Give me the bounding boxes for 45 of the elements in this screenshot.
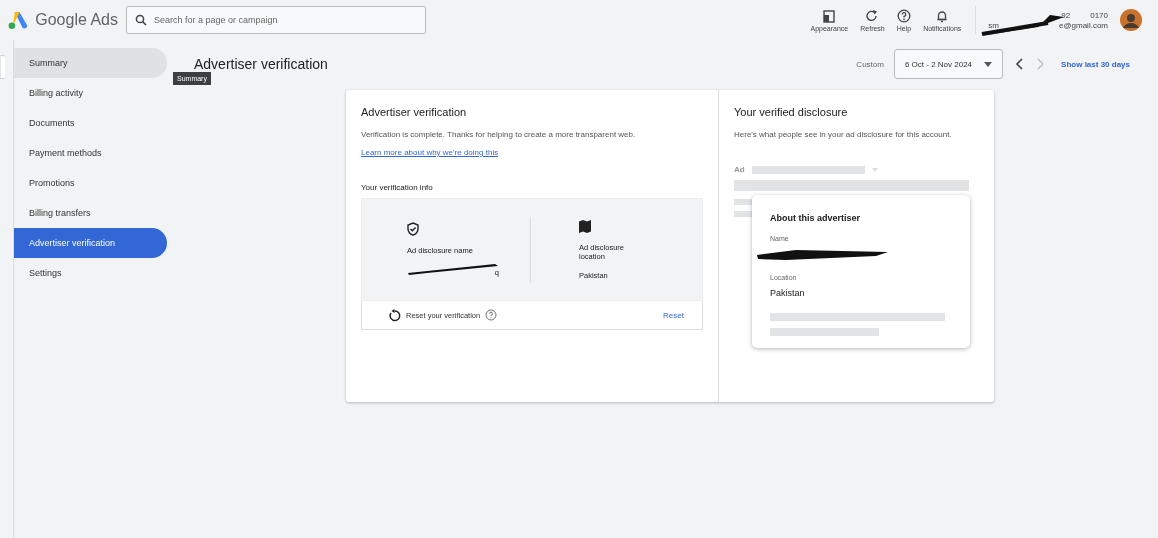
- reset-button[interactable]: Reset: [657, 309, 690, 321]
- nav-item[interactable]: Summary: [14, 48, 167, 78]
- avatar[interactable]: [1120, 9, 1142, 31]
- nav-item[interactable]: Documents: [14, 108, 167, 138]
- product-name: Google Ads: [35, 11, 118, 29]
- section-title: Advertiser verification: [361, 106, 468, 118]
- caret-icon: [871, 167, 878, 172]
- placeholder-bar: [734, 199, 752, 205]
- show-last-30-days-link[interactable]: Show last 30 days: [1061, 59, 1130, 69]
- next-icon[interactable]: [1035, 58, 1046, 70]
- nav-item[interactable]: Payment methods: [14, 138, 167, 168]
- help-icon: [896, 8, 911, 23]
- account-email-end: e@gmail.com: [1058, 20, 1108, 30]
- nav-item[interactable]: Billing activity: [14, 78, 167, 108]
- account-email-start: sm: [988, 20, 999, 30]
- date-range-dropdown[interactable]: 6 Oct - 2 Nov 2024: [893, 49, 1004, 79]
- nav-item[interactable]: Advertiser verification: [14, 228, 167, 258]
- section-title: Your verified disclosure: [734, 106, 849, 118]
- refresh-icon: [865, 8, 880, 23]
- previous-icon[interactable]: [1015, 58, 1026, 70]
- disclosure-description: Here's what people see in your ad disclosure for this account.: [734, 129, 953, 141]
- ad-label: Ad: [734, 165, 745, 174]
- nav-item[interactable]: Billing transfers: [14, 198, 167, 228]
- nav-item[interactable]: Settings: [14, 258, 167, 288]
- learn-more-link[interactable]: Learn more about why we're doing this: [361, 148, 499, 157]
- location-value: Pakistan: [770, 288, 806, 298]
- bell-icon: [935, 8, 950, 23]
- placeholder-bar: [734, 211, 752, 217]
- ads-logo-icon: [8, 10, 30, 30]
- reset-icon: [388, 308, 401, 322]
- verification-message: Verification is complete. Thanks for helping to create a more transparent web.: [361, 129, 637, 141]
- shield-check-icon: [407, 222, 419, 236]
- map-icon: [579, 219, 591, 233]
- account-id-start: 92: [1061, 10, 1071, 20]
- search-icon: [135, 14, 147, 26]
- date-range-label: Custom: [856, 59, 884, 69]
- account-id-end: 0170: [1090, 10, 1108, 20]
- layout-icon: [822, 8, 837, 23]
- dropdown-caret-icon: [984, 61, 993, 67]
- popup-title: About this advertiser: [770, 213, 862, 223]
- nav-item[interactable]: Promotions: [14, 168, 167, 198]
- search-field[interactable]: Search for a page or campaign: [126, 6, 426, 34]
- page-title: Advertiser verification: [194, 56, 328, 72]
- help-icon[interactable]: [485, 309, 498, 321]
- info-title: Your verification info: [361, 183, 434, 192]
